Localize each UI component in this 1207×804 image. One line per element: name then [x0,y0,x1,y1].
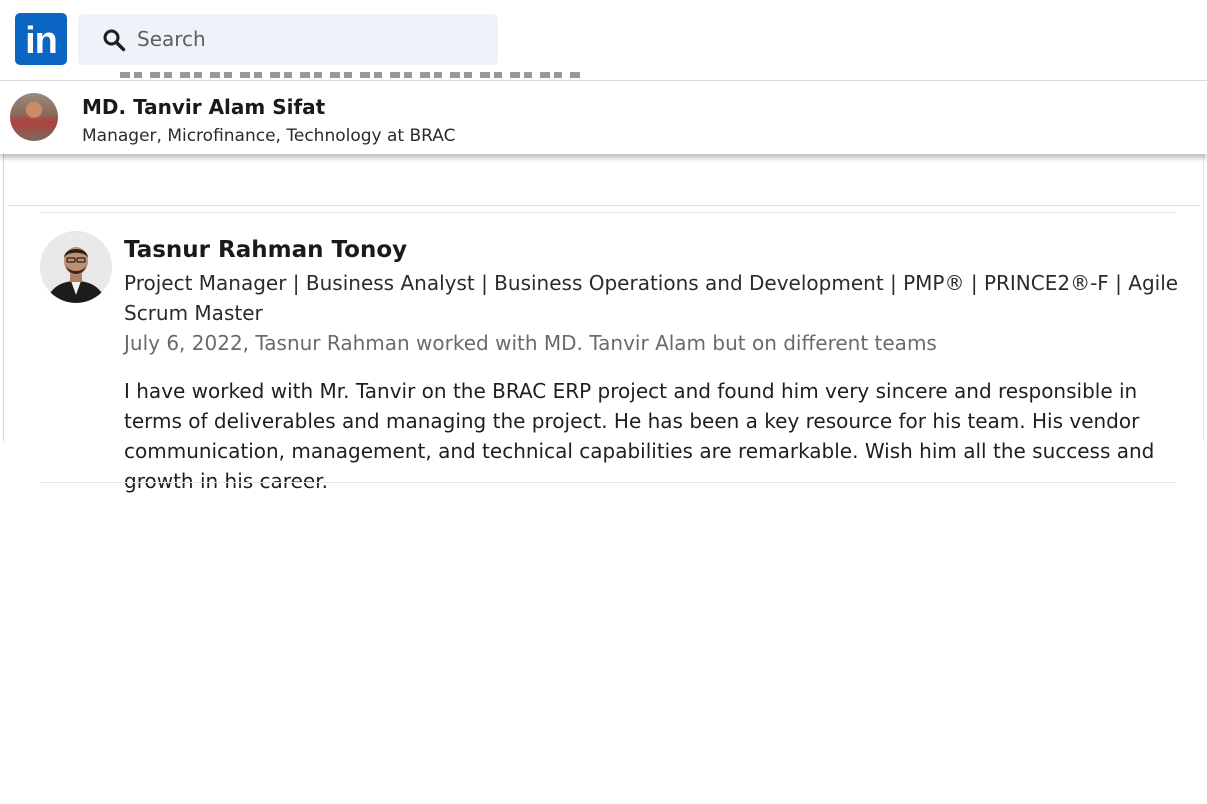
sticky-profile-header: MD. Tanvir Alam Sifat Manager, Microfina… [0,80,1207,154]
recommender-name[interactable]: Tasnur Rahman Tonoy [124,237,407,263]
profile-name[interactable]: MD. Tanvir Alam Sifat [82,95,325,119]
search-box[interactable]: Search [78,14,498,65]
recommender-avatar[interactable] [40,231,112,303]
recommendation-text: I have worked with Mr. Tanvir on the BRA… [124,379,1155,493]
person-photo-icon [40,231,112,303]
divider [8,205,1200,206]
search-icon [103,29,126,52]
linkedin-logo[interactable]: in [15,13,67,65]
recommender-headline: Project Manager | Business Analyst | Bus… [124,271,1179,325]
recommendation-meta: July 6, 2022, Tasnur Rahman worked with … [124,331,937,355]
divider [40,212,1175,213]
top-nav-bar: in Search [0,0,1207,80]
page: in Search MD. Tanvir Alam Sifat Manager,… [0,0,1207,804]
scrolled-text-fragment [120,72,582,78]
profile-avatar[interactable] [10,93,58,141]
divider [40,482,1175,483]
search-input[interactable]: Search [137,14,206,65]
profile-headline: Manager, Microfinance, Technology at BRA… [82,126,456,146]
logo-text: in [25,20,58,62]
